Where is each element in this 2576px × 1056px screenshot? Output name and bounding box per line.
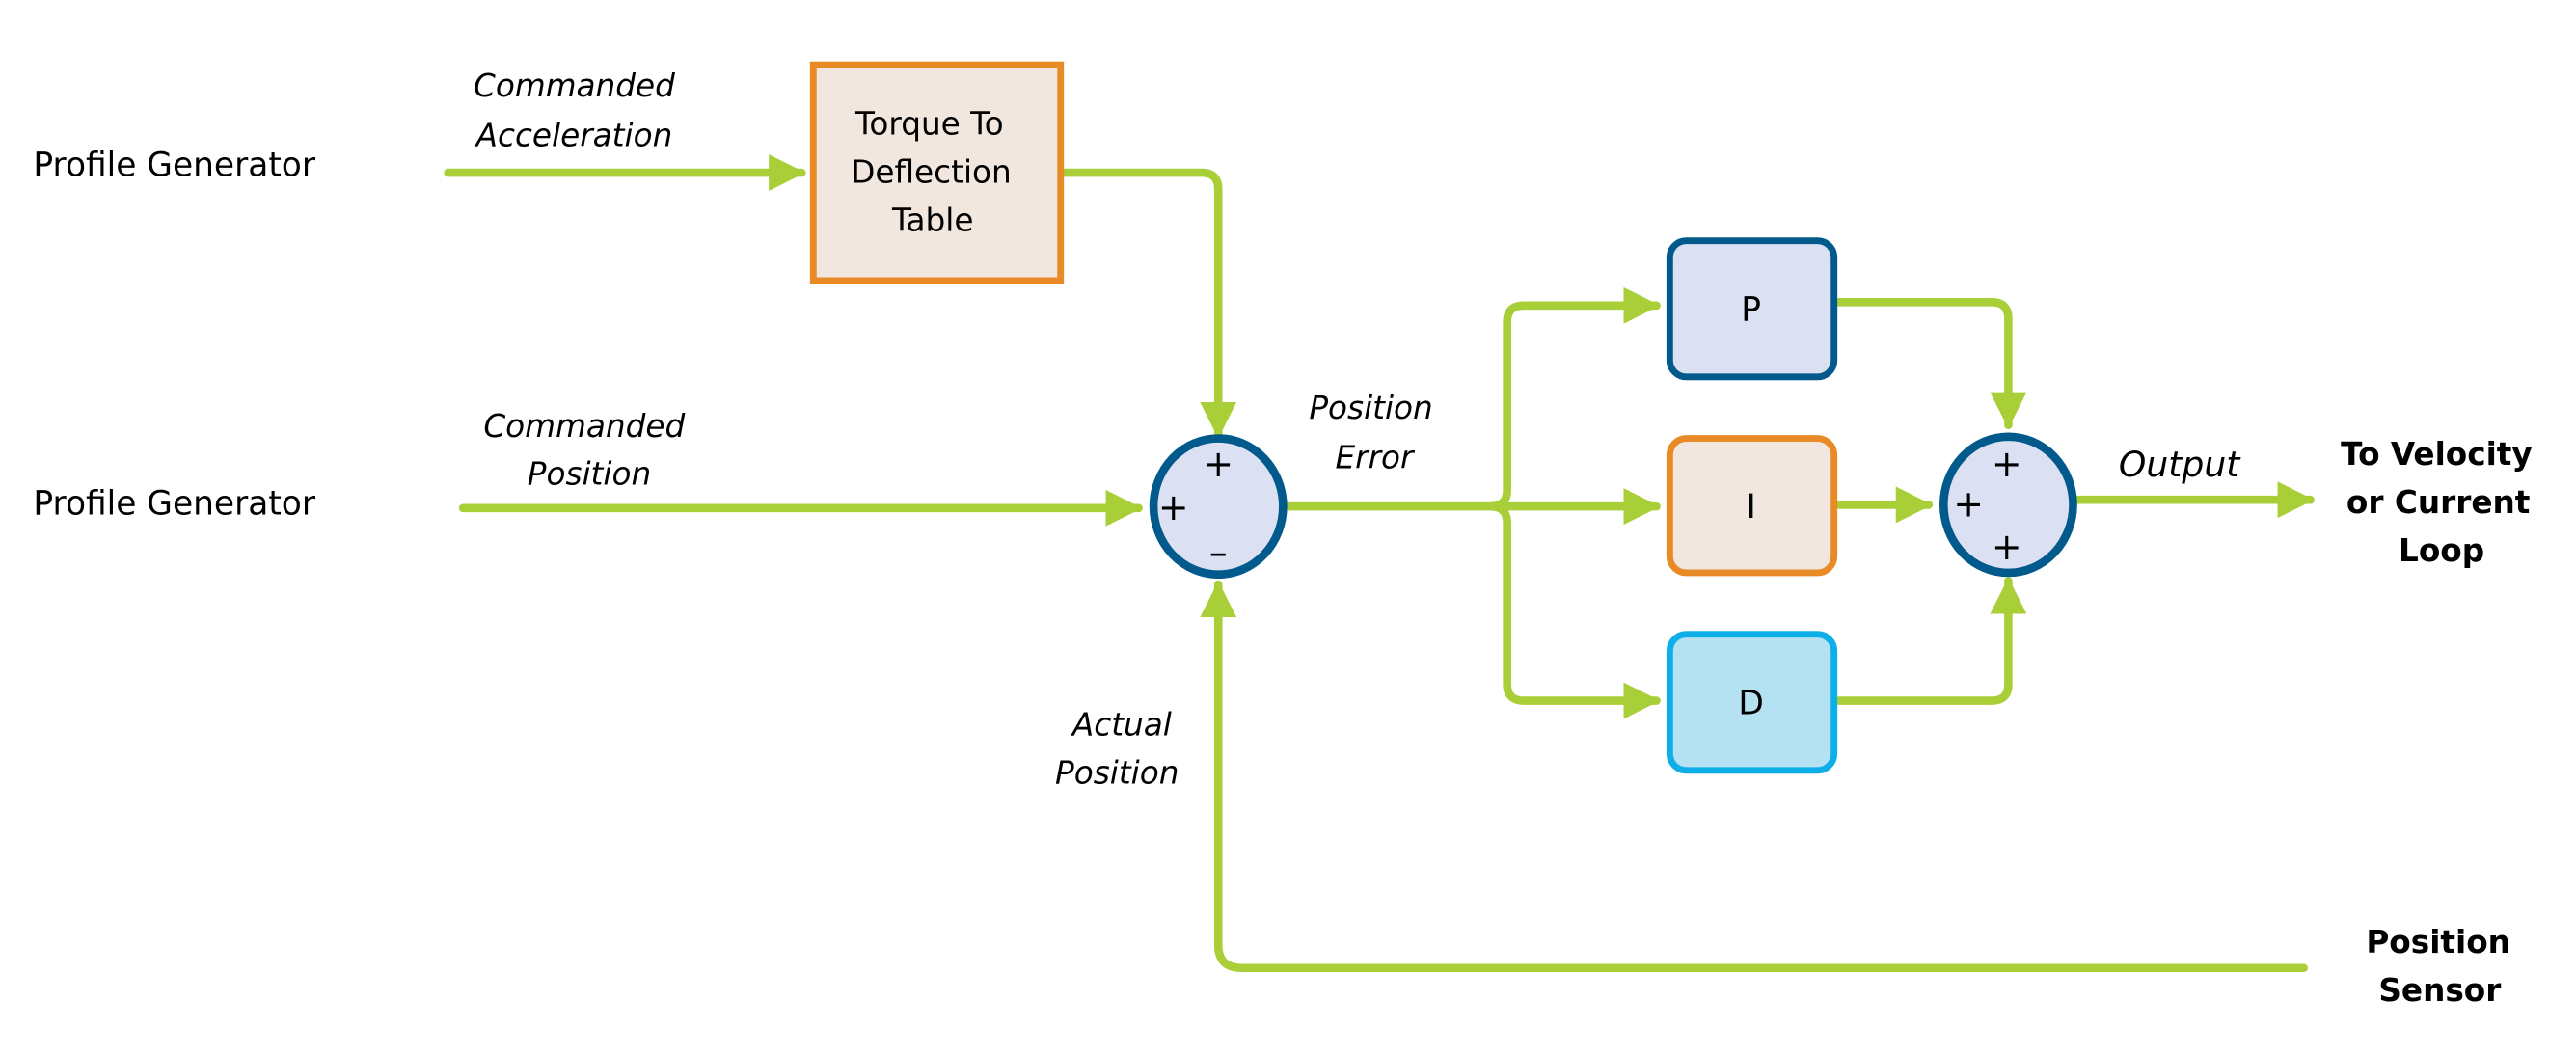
pid-block-diagram: Profile Generator Profile Generator Comm… [33,61,2533,1009]
actual-position-label-2: Position [1055,755,1179,792]
wire-p-to-sum2 [1834,298,2027,430]
torque-table-label-3: Table [891,202,974,238]
commanded-position-label-2: Position [528,456,651,493]
wire-table-to-sum1 [1059,168,1237,440]
sum2-top-sign: + [1992,443,2022,485]
wire-branch-to-d [1486,501,1661,719]
p-gain-block[interactable]: P [1666,237,1838,381]
profile-generator-middle-label: Profile Generator [33,485,315,524]
commanded-position-label-1: Commanded [483,408,685,445]
torque-table-label-2: Deflection [851,153,1012,190]
p-label: P [1741,290,1761,329]
sum1-top-sign: + [1203,443,1234,485]
commanded-acceleration-label-2: Acceleration [475,118,673,154]
sum2-left-sign: + [1953,482,1984,525]
output-label: Output [2119,444,2241,485]
wire-branch-to-p [1486,286,1661,511]
d-gain-block[interactable]: D [1666,631,1838,774]
summing-junction-error: + + – [1149,434,1288,580]
velocity-loop-label-1: To Velocity [2341,436,2533,473]
position-error-label-1: Position [1309,390,1432,426]
i-gain-block[interactable]: I [1666,435,1838,577]
velocity-loop-label-2: or Current [2346,484,2530,521]
actual-position-label-1: Actual [1071,707,1172,744]
d-label: D [1738,684,1763,722]
sum2-bottom-sign: + [1992,526,2022,568]
i-label: I [1747,488,1756,527]
position-sensor-label-2: Sensor [2378,972,2502,1009]
velocity-loop-label-3: Loop [2399,532,2484,569]
sum1-bottom-sign: – [1209,530,1228,573]
torque-table-label-1: Torque To [854,105,1004,142]
wire-d-to-sum2 [1834,577,2027,705]
profile-generator-top-label: Profile Generator [33,146,315,184]
position-error-label-2: Error [1336,440,1417,476]
torque-to-deflection-table-block[interactable]: Torque To Deflection Table [809,61,1065,284]
sum1-left-sign: + [1158,486,1189,528]
summing-junction-output: + + + [1939,432,2077,578]
commanded-acceleration-label-1: Commanded [474,68,675,104]
position-sensor-label-1: Position [2366,924,2510,961]
